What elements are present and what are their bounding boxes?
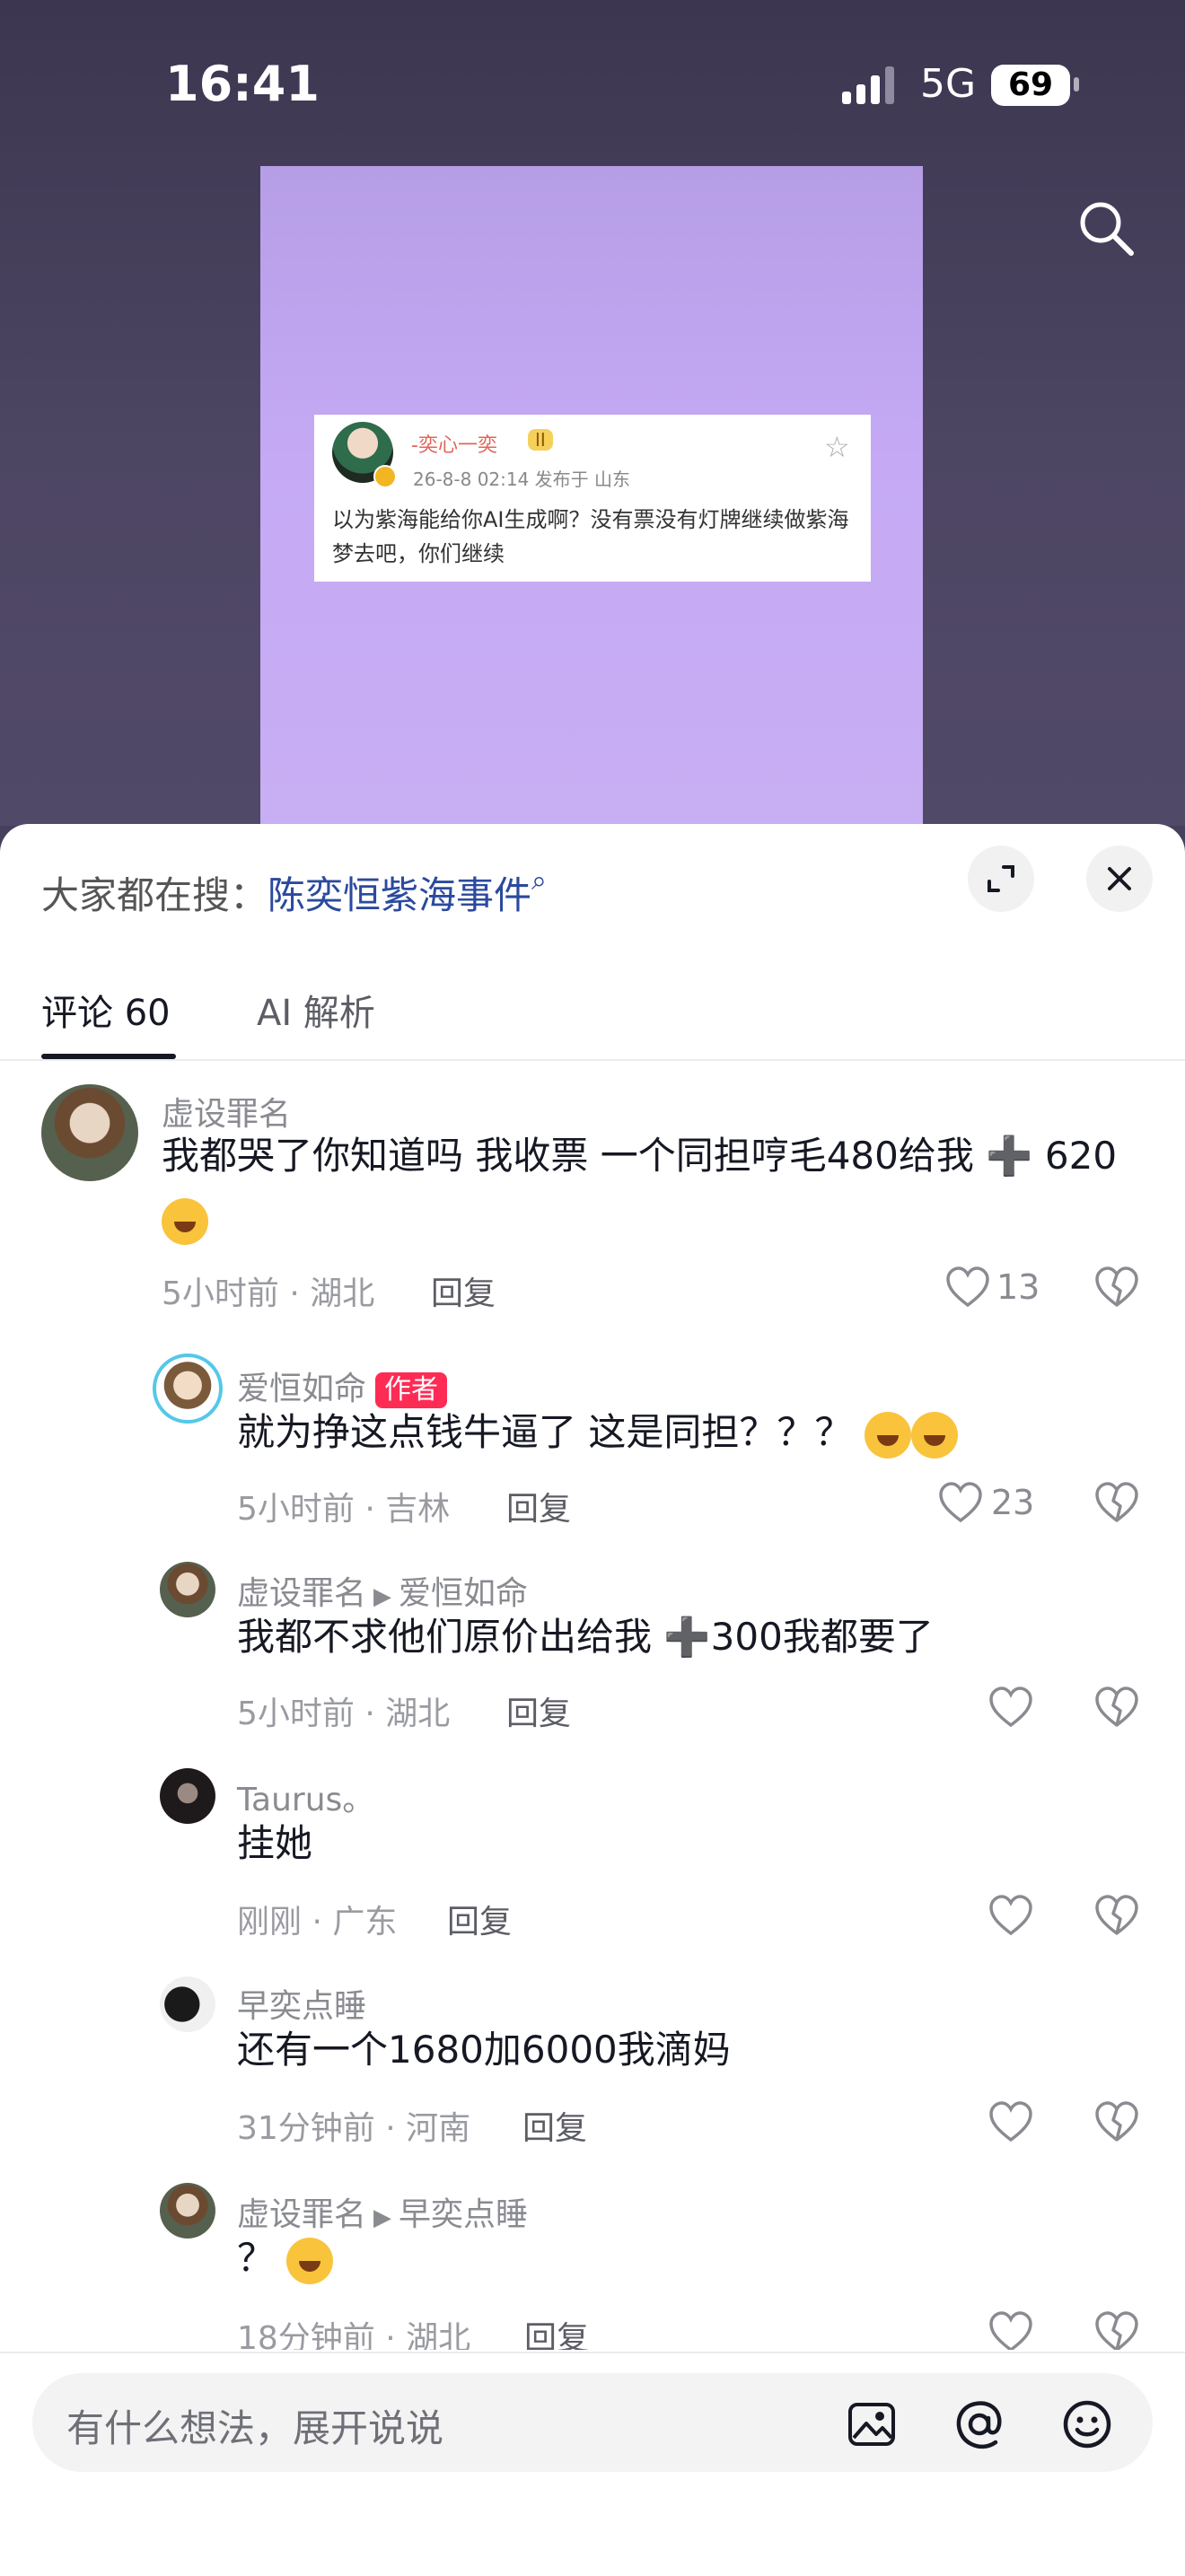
avatar[interactable] bbox=[160, 1976, 215, 2032]
comment-input-placeholder: 有什么想法，展开说说 bbox=[66, 2406, 444, 2450]
search-small-icon: ⌕ bbox=[531, 865, 547, 897]
comment-text: 挂她 bbox=[237, 1821, 313, 1865]
comment-input[interactable]: 有什么想法，展开说说 bbox=[32, 2373, 1153, 2472]
card-level-badge: II bbox=[528, 429, 553, 451]
avatar[interactable] bbox=[153, 1354, 223, 1424]
reply-arrow-icon: ▶ bbox=[373, 1583, 392, 1610]
heart-icon[interactable] bbox=[944, 1266, 991, 1309]
reply-button[interactable]: 回复 bbox=[524, 2312, 589, 2350]
card-username: -奕心一奕 bbox=[411, 434, 497, 457]
laugh-cry-emoji-icon bbox=[864, 1411, 911, 1459]
star-icon: ☆ bbox=[824, 430, 850, 464]
broken-heart-icon[interactable] bbox=[1093, 2100, 1140, 2143]
heart-icon[interactable] bbox=[988, 1894, 1034, 1937]
hot-search-query[interactable]: 陈奕恒紫海事件 bbox=[268, 873, 531, 917]
broken-heart-icon[interactable] bbox=[1093, 1266, 1140, 1309]
avatar[interactable] bbox=[160, 1562, 215, 1617]
avatar[interactable] bbox=[41, 1084, 138, 1181]
comment-text: 我都不求他们原价出给我 ➕300我都要了 bbox=[237, 1612, 934, 1662]
comment-text: ？ bbox=[237, 2233, 334, 2284]
heart-icon[interactable] bbox=[988, 2100, 1034, 2143]
reply-to-name[interactable]: 爱恒如命 bbox=[399, 1575, 528, 1612]
battery-nub bbox=[1074, 77, 1079, 92]
comment-time: 5小时前 · 湖北 bbox=[237, 1695, 451, 1732]
comment-author[interactable]: 虚设罪名 ▶ 早奕点睡 bbox=[237, 2188, 528, 2235]
heart-icon[interactable] bbox=[988, 2310, 1034, 2350]
crying-emoji bbox=[162, 1194, 208, 1245]
comment-text-part: ？ bbox=[237, 2236, 276, 2280]
comment-author[interactable]: 早奕点睡 bbox=[237, 1980, 366, 2027]
author-name: 虚设罪名 bbox=[237, 2196, 367, 2233]
close-button[interactable] bbox=[1086, 846, 1153, 912]
reply-button[interactable]: 回复 bbox=[431, 1267, 496, 1314]
avatar[interactable] bbox=[160, 1768, 215, 1824]
author-tag: 作者 bbox=[375, 1372, 448, 1408]
comment-text-part: 我都哭了你知道吗 我收票 一个同担哼毛480给我 bbox=[162, 1134, 974, 1178]
comment-time: 刚刚 · 广东 bbox=[237, 1904, 398, 1941]
battery-indicator: 69 bbox=[991, 65, 1070, 106]
broken-heart-icon[interactable] bbox=[1093, 1481, 1140, 1524]
screenshot-card: -奕心一奕 II 26-8-8 02:14 发布于 山东 ☆ 以为紫海能给你AI… bbox=[314, 415, 871, 582]
hot-search-prefix: 大家都在搜： bbox=[41, 873, 268, 917]
reply-item: 虚设罪名 ▶ 早奕点睡 ？ 18分钟前 · 湖北 回复 bbox=[0, 2183, 1185, 2350]
comment-text-part: 我都不求他们原价出给我 bbox=[237, 1615, 664, 1659]
avatar[interactable] bbox=[160, 2183, 215, 2239]
status-time: 16:41 bbox=[165, 56, 320, 112]
like-count: 13 bbox=[996, 1267, 1040, 1307]
broken-heart-icon[interactable] bbox=[1093, 2310, 1140, 2350]
comment-text-part: 620 bbox=[1044, 1134, 1118, 1178]
close-icon bbox=[1108, 867, 1131, 890]
crying-emoji-icon bbox=[162, 1197, 208, 1245]
reply-arrow-icon: ▶ bbox=[373, 2204, 392, 2231]
comment-time: 18分钟前 · 湖北 bbox=[237, 2320, 471, 2350]
image-icon[interactable] bbox=[846, 2398, 898, 2450]
comment-author[interactable]: 爱恒如命 作者 bbox=[237, 1362, 448, 1409]
card-meta: 26-8-8 02:14 发布于 山东 bbox=[413, 469, 631, 490]
comment-text-part: 300我都要了 bbox=[710, 1615, 934, 1659]
comment-author[interactable]: 虚设罪名 bbox=[162, 1088, 291, 1135]
emoji-icon[interactable] bbox=[1061, 2398, 1113, 2450]
tab-comments[interactable]: 评论 60 bbox=[41, 984, 171, 1036]
hot-search[interactable]: 大家都在搜：陈奕恒紫海事件⌕ bbox=[41, 865, 547, 920]
laugh-cry-emoji-icon bbox=[910, 1411, 958, 1459]
comment-sheet: 大家都在搜：陈奕恒紫海事件⌕ 评论 60 AI 解析 虚设罪名 我都哭了你知道吗… bbox=[0, 824, 1185, 2574]
broken-heart-icon[interactable] bbox=[1093, 1894, 1140, 1937]
signal-icon bbox=[842, 66, 894, 104]
heart-icon[interactable] bbox=[988, 1686, 1034, 1729]
comment-text-part: 就为挣这点钱牛逼了 这是同担？？？ bbox=[237, 1410, 853, 1454]
comment-author[interactable]: Taurus。 bbox=[237, 1774, 374, 1820]
search-icon[interactable] bbox=[1074, 196, 1138, 260]
reply-to-name[interactable]: 早奕点睡 bbox=[399, 2196, 528, 2233]
network-label: 5G bbox=[920, 61, 977, 107]
divider bbox=[0, 1059, 1185, 1061]
author-name: 虚设罪名 bbox=[237, 1575, 367, 1612]
comment-time: 5小时前 · 湖北 bbox=[162, 1275, 375, 1312]
author-name: 爱恒如命 bbox=[237, 1371, 367, 1407]
sob-emoji-icon bbox=[286, 2237, 334, 2284]
comment-text: 还有一个1680加6000我滴妈 bbox=[237, 2028, 731, 2072]
at-icon[interactable] bbox=[953, 2398, 1005, 2450]
broken-heart-icon[interactable] bbox=[1093, 1686, 1140, 1729]
like-count: 23 bbox=[991, 1483, 1035, 1522]
reply-button[interactable]: 回复 bbox=[506, 1483, 571, 1529]
comment-time: 5小时前 · 吉林 bbox=[237, 1491, 451, 1528]
comment-input-bar: 有什么想法，展开说说 bbox=[0, 2352, 1185, 2576]
tab-ai-analysis[interactable]: AI 解析 bbox=[257, 984, 375, 1036]
reply-button[interactable]: 回复 bbox=[506, 1687, 571, 1734]
expand-button[interactable] bbox=[968, 846, 1034, 912]
comment-text: 我都哭了你知道吗 我收票 一个同担哼毛480给我 ➕ 620 bbox=[162, 1131, 1117, 1181]
reply-button[interactable]: 回复 bbox=[522, 2102, 587, 2149]
plus-icon: ➕ bbox=[986, 1134, 1033, 1178]
video-area[interactable]: 16:41 5G 69 -奕心一奕 II 26-8-8 02:14 发布于 山东… bbox=[0, 0, 1185, 826]
comment-time: 31分钟前 · 河南 bbox=[237, 2110, 471, 2147]
expand-icon bbox=[988, 865, 1014, 892]
comment-text: 就为挣这点钱牛逼了 这是同担？？？ bbox=[237, 1407, 958, 1459]
comment-author[interactable]: 虚设罪名 ▶ 爱恒如命 bbox=[237, 1567, 528, 1614]
reply-button[interactable]: 回复 bbox=[447, 1896, 512, 1942]
plus-icon: ➕ bbox=[663, 1615, 711, 1659]
verified-badge-icon bbox=[373, 465, 397, 488]
heart-icon[interactable] bbox=[937, 1481, 984, 1524]
card-text: 以为紫海能给你AI生成啊？没有票没有灯牌继续做紫海梦去吧，你们继续 bbox=[332, 507, 849, 566]
